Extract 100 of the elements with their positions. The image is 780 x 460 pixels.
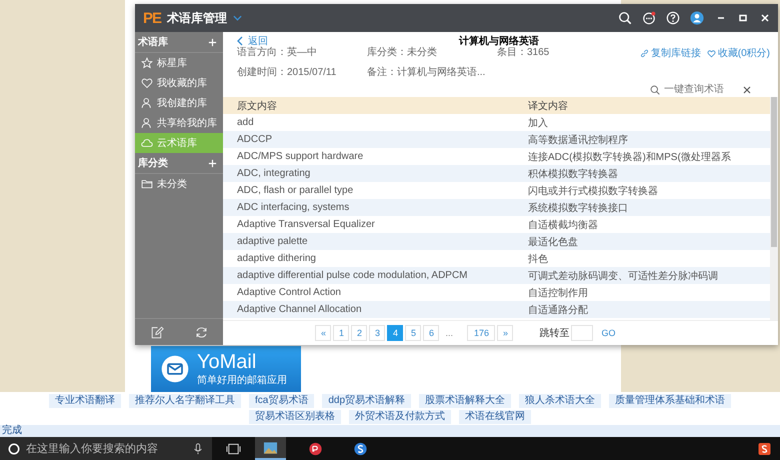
table-cell-text: 高等数据通讯控制程序	[527, 134, 628, 146]
copy-link-button[interactable]: 复制库链接	[640, 46, 701, 60]
table-cell-text: Adaptive Transversal Equalizer	[236, 219, 376, 230]
table-cell-text: add	[236, 117, 255, 128]
related-link[interactable]: 贸易术语区别表格	[249, 410, 341, 424]
back-link[interactable]: 返回	[237, 34, 268, 48]
close-icon[interactable]	[760, 13, 770, 23]
related-link[interactable]: 术语在线官网	[459, 410, 531, 424]
page-button[interactable]: 4	[387, 325, 404, 341]
page-number-field[interactable]	[571, 325, 594, 341]
related-link[interactable]: ddp贸易术语解释	[322, 394, 412, 408]
page-button[interactable]: 5	[405, 325, 422, 341]
jump-label: 跳转至	[539, 326, 570, 340]
chat-icon[interactable]	[642, 11, 656, 25]
cortana-icon	[8, 442, 20, 454]
page-button[interactable]: 176	[467, 325, 496, 341]
app-icon[interactable]	[308, 442, 323, 456]
heart-icon	[141, 77, 153, 89]
microphone-icon	[192, 442, 204, 454]
cloud-icon	[141, 137, 153, 149]
input-method-icon[interactable]	[757, 442, 772, 456]
related-link[interactable]: 推荐尔人名字翻译工具	[128, 394, 241, 408]
maximize-icon[interactable]	[738, 13, 748, 23]
person-icon	[141, 117, 153, 129]
table-cell-text: adaptive differential pulse code modulation, ADPCM	[236, 270, 469, 281]
info-field: 库分类：未分类	[367, 45, 497, 59]
app-logo: PE	[143, 10, 162, 26]
related-link[interactable]: 股票术语解释大全	[419, 394, 512, 408]
task-view-icon[interactable]	[226, 442, 241, 456]
edit-icon[interactable]	[150, 326, 164, 338]
refresh-icon[interactable]	[194, 326, 208, 338]
page-button[interactable]: 6	[423, 325, 440, 341]
related-link[interactable]: 外贸术语及付款方式	[349, 410, 451, 424]
browser-icon[interactable]	[353, 442, 368, 456]
help-icon[interactable]	[666, 11, 680, 25]
ad-title: YoMail	[197, 351, 258, 373]
page-button[interactable]: 3	[369, 325, 386, 341]
table-cell-text: 自适通路分配	[527, 304, 588, 316]
status-text: 完成	[2, 425, 22, 436]
search-icon[interactable]	[618, 11, 632, 25]
sidebar-item[interactable]: 未分类	[135, 174, 223, 194]
sidebar-item[interactable]: 标星库	[135, 53, 223, 73]
envelope-icon	[161, 355, 189, 383]
go-link[interactable]: GO	[601, 328, 616, 338]
table-cell-text: ADC, flash or parallel type	[236, 185, 354, 196]
info-field: 创建时间：2015/07/11	[237, 65, 367, 79]
table-cell-text: ADCCP	[236, 134, 274, 145]
info-field: 语言方向：英—中	[237, 45, 367, 59]
chevron-down-icon[interactable]	[233, 15, 242, 21]
table-cell-text: 自适控制作用	[527, 286, 588, 300]
person-icon	[141, 97, 153, 109]
next-page-button[interactable]: »	[497, 325, 514, 341]
column-header: 原文内容	[236, 100, 278, 112]
page-button[interactable]: 2	[351, 325, 368, 341]
table-cell-text: 连接ADC(模拟数字转换器)和MPS(微处理器系	[527, 150, 731, 164]
table-cell-text: 最适化色盘	[527, 236, 578, 248]
table-cell-text: adaptive palette	[236, 236, 309, 247]
page-button[interactable]: 1	[333, 325, 350, 341]
taskbar-search-field[interactable]: 在这里输入你要搜索的内容	[0, 437, 212, 460]
table-cell-text: 加入	[527, 116, 548, 130]
table-cell-text: adaptive dithering	[236, 253, 317, 264]
sidebar-item[interactable]: 我创建的库	[135, 93, 223, 113]
table-cell-text: ADC interfacing, systems	[236, 202, 350, 213]
table-cell-text: 抖色	[527, 252, 548, 266]
scrollbar-thumb[interactable]	[771, 97, 777, 247]
table-cell-text: 积体模拟数字转换器	[527, 168, 618, 180]
sidebar-item[interactable]: 云术语库	[135, 133, 223, 153]
add-icon[interactable]	[208, 38, 217, 46]
ad-banner[interactable]: YoMail 简单好用的邮箱应用	[151, 346, 301, 392]
related-link[interactable]: 质量管理体系基础和术语	[609, 394, 732, 408]
table-cell-text: 系统模拟数字转换接口	[527, 202, 628, 214]
previous-page-button[interactable]: «	[315, 325, 332, 341]
table-cell-text: Adaptive Channel Allocation	[236, 304, 363, 315]
folder-icon	[141, 178, 153, 190]
search-icon	[650, 85, 660, 95]
image-viewer-icon[interactable]	[263, 440, 278, 454]
chevron-left-icon	[237, 36, 243, 46]
sidebar-item[interactable]: 我收藏的库	[135, 73, 223, 93]
clear-icon[interactable]	[742, 85, 752, 95]
related-link[interactable]: fca贸易术语	[248, 394, 314, 408]
table-cell-text: Adaptive Control Action	[236, 287, 342, 298]
favorite-button[interactable]: 收藏(0积分)	[706, 46, 770, 60]
table-cell-text: 闪电或并行式模拟数字转换器	[527, 184, 658, 198]
info-field: 备注：计算机与网络英语...	[367, 65, 497, 79]
table-cell-text: 可调式差动脉码调变、可适性差分脉冲码调	[527, 270, 718, 282]
info-field: 条目：3165	[497, 45, 627, 59]
link-icon	[640, 48, 649, 58]
section-title: 术语库	[138, 35, 168, 49]
related-link[interactable]: 狼人杀术语大全	[519, 394, 602, 408]
related-link[interactable]: 专业术语翻译	[48, 394, 121, 408]
glossary-title: 计算机与网络英语	[458, 34, 539, 47]
table-cell-text: ADC, integrating	[236, 168, 312, 179]
star-icon	[141, 57, 153, 69]
avatar-icon[interactable]	[690, 11, 704, 25]
column-header: 译文内容	[527, 100, 568, 112]
table-cell-text: ADC/MPS support hardware	[236, 151, 364, 162]
table-cell-text: 自适横截均衡器	[527, 218, 598, 232]
add-icon[interactable]	[208, 158, 217, 168]
sidebar-item[interactable]: 共享给我的库	[135, 113, 223, 133]
ad-tagline: 简单好用的邮箱应用	[197, 374, 287, 387]
